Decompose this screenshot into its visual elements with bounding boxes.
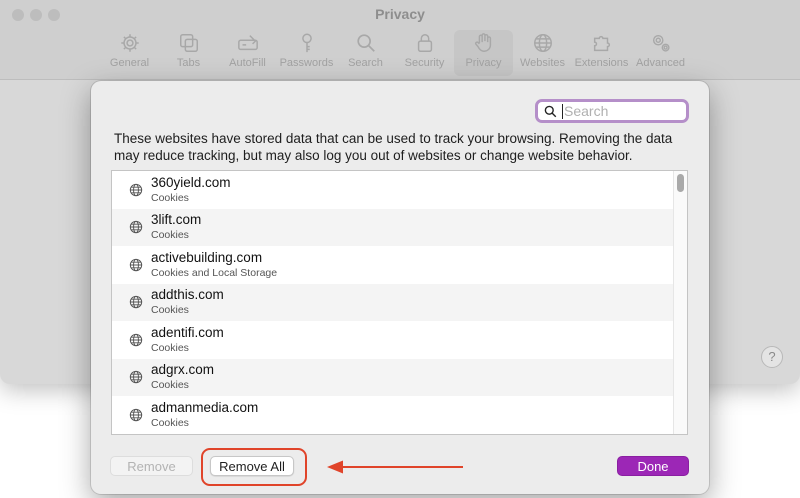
- tab-advanced[interactable]: Advanced: [631, 30, 690, 76]
- dialog-description: These websites have stored data that can…: [114, 131, 673, 163]
- globe-icon: [530, 30, 556, 56]
- website-domain: activebuilding.com: [151, 249, 263, 265]
- search-icon: [544, 105, 557, 117]
- website-list[interactable]: 360yield.com Cookies 3lift.com Cookies activ…: [111, 170, 688, 435]
- tab-websites[interactable]: Websites: [513, 30, 572, 76]
- website-data-type: Cookies: [151, 416, 189, 429]
- lock-icon: [412, 30, 438, 56]
- website-text: addthis.com Cookies: [151, 287, 224, 317]
- website-text: adgrx.com Cookies: [151, 362, 214, 392]
- tab-label: Extensions: [574, 57, 629, 69]
- tab-label: Search: [348, 57, 383, 69]
- help-button[interactable]: ?: [761, 346, 783, 368]
- tab-label: Passwords: [279, 57, 334, 69]
- website-domain: adentifi.com: [151, 324, 224, 340]
- website-text: adentifi.com Cookies: [151, 325, 224, 355]
- website-text: admanmedia.com Cookies: [151, 400, 258, 430]
- website-domain: 3lift.com: [151, 212, 202, 228]
- gear-icon: [117, 30, 143, 56]
- globe-icon: [129, 333, 143, 347]
- tab-label: Security: [404, 57, 445, 69]
- website-row[interactable]: admanmedia.com Cookies: [112, 396, 687, 434]
- annotation-highlight-ring: [201, 448, 307, 486]
- key-icon: [294, 30, 320, 56]
- puzzle-icon: [589, 30, 615, 56]
- done-button[interactable]: Done: [617, 456, 689, 476]
- gears-icon: [648, 30, 674, 56]
- globe-icon: [129, 295, 143, 309]
- website-domain: admanmedia.com: [151, 399, 259, 415]
- website-text: activebuilding.com Cookies and Local Stor…: [151, 250, 277, 280]
- website-text: 3lift.com Cookies: [151, 212, 201, 242]
- website-data-type: Cookies: [151, 304, 189, 317]
- remove-button[interactable]: Remove: [110, 456, 193, 476]
- title-bar: Privacy General Tabs AutoFill Passwords …: [0, 0, 800, 80]
- autofill-icon: [235, 30, 261, 56]
- annotation-arrow-icon: [327, 460, 463, 474]
- website-data-type: Cookies: [151, 379, 189, 392]
- globe-icon: [129, 370, 143, 384]
- tabs-icon: [176, 30, 202, 56]
- globe-icon: [129, 220, 143, 234]
- tab-label: Tabs: [176, 57, 201, 69]
- tab-tabs[interactable]: Tabs: [159, 30, 218, 76]
- website-data-type: Cookies and Local Storage: [151, 266, 278, 279]
- website-data-type: Cookies: [151, 341, 189, 354]
- tab-autofill[interactable]: AutoFill: [218, 30, 277, 76]
- tab-passwords[interactable]: Passwords: [277, 30, 336, 76]
- globe-icon: [129, 408, 143, 422]
- tab-search[interactable]: Search: [336, 30, 395, 76]
- website-domain: 360yield.com: [151, 174, 231, 190]
- window-title: Privacy: [375, 6, 425, 22]
- search-input[interactable]: [564, 103, 684, 119]
- search-field[interactable]: [535, 99, 689, 123]
- website-domain: addthis.com: [151, 287, 224, 303]
- tab-label: Advanced: [636, 57, 685, 69]
- tab-extensions[interactable]: Extensions: [572, 30, 631, 76]
- scrollbar-thumb[interactable]: [677, 174, 684, 192]
- website-row[interactable]: 360yield.com Cookies: [112, 171, 687, 209]
- tab-label: General: [109, 57, 150, 69]
- website-data-type: Cookies: [151, 229, 189, 242]
- text-cursor: [562, 103, 563, 119]
- globe-icon: [129, 183, 143, 197]
- website-row[interactable]: activebuilding.com Cookies and Local Stor…: [112, 246, 687, 284]
- tab-security[interactable]: Security: [395, 30, 454, 76]
- tab-label: Privacy: [465, 57, 502, 69]
- website-row[interactable]: adentifi.com Cookies: [112, 321, 687, 359]
- website-domain: adgrx.com: [151, 362, 215, 378]
- hand-icon: [471, 30, 497, 56]
- website-data-dialog: These websites have stored data that can…: [91, 81, 709, 494]
- website-row[interactable]: adgrx.com Cookies: [112, 358, 687, 396]
- tab-label: AutoFill: [229, 57, 266, 69]
- search-icon: [353, 30, 379, 56]
- website-data-type: Cookies: [151, 191, 189, 204]
- globe-icon: [129, 258, 143, 272]
- website-text: 360yield.com Cookies: [151, 175, 231, 205]
- tab-general[interactable]: General: [100, 30, 159, 76]
- website-row[interactable]: addthis.com Cookies: [112, 283, 687, 321]
- website-row[interactable]: 3lift.com Cookies: [112, 208, 687, 246]
- tab-privacy[interactable]: Privacy: [454, 30, 513, 76]
- preferences-toolbar: General Tabs AutoFill Passwords Search S…: [100, 30, 690, 76]
- scrollbar[interactable]: [673, 171, 687, 434]
- tab-label: Websites: [519, 57, 566, 69]
